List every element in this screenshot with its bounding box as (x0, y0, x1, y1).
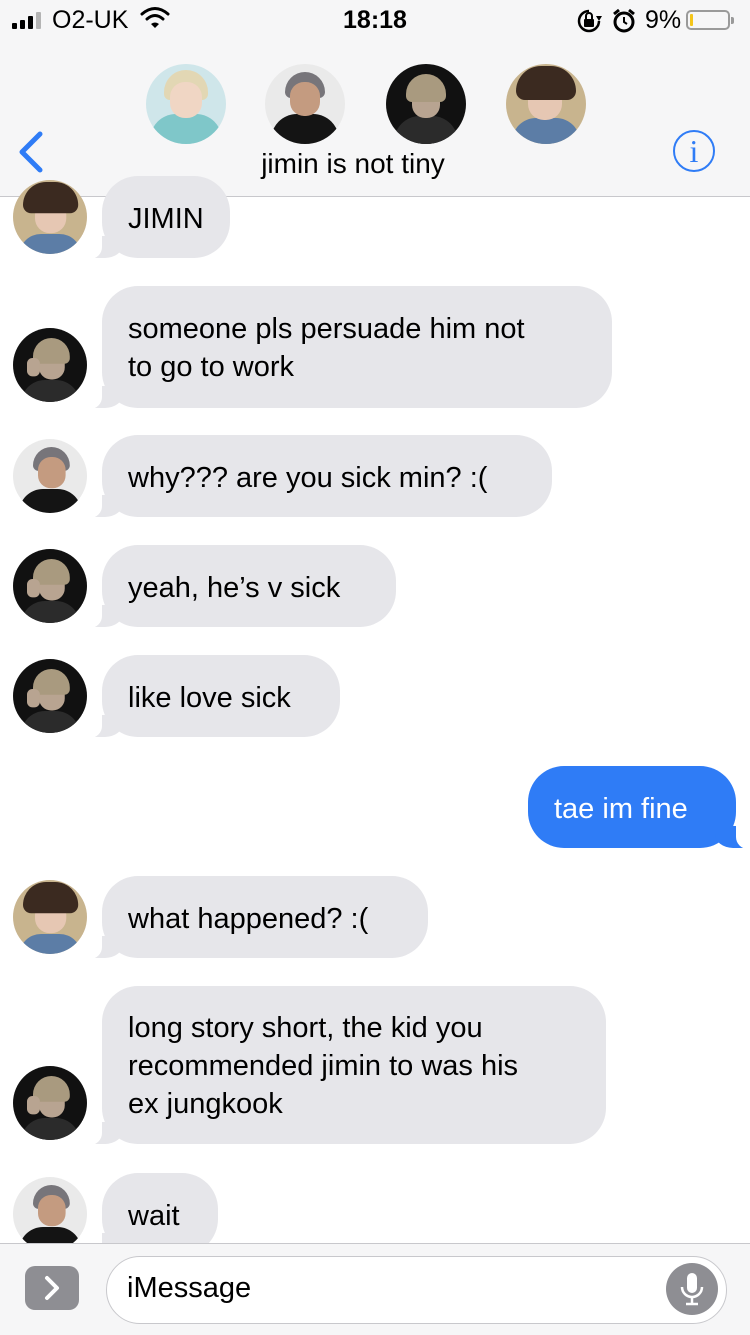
message-bubble[interactable]: JIMIN (82, 176, 230, 259)
alarm-icon (612, 8, 636, 41)
message-text: yeah, he’s v sick (128, 572, 341, 604)
message-text-line: ex jungkook (128, 1088, 283, 1120)
compose-bar: iMessage (0, 1243, 750, 1335)
status-time: 18:18 (343, 6, 407, 34)
message-input-placeholder: iMessage (127, 1272, 252, 1304)
microphone-icon (680, 1273, 704, 1306)
chevron-right-icon (45, 1276, 59, 1300)
sender-avatar-namjoon (13, 1177, 87, 1251)
message-text-line: someone pls persuade him not (128, 313, 525, 345)
message-bubble[interactable]: yeah, he’s v sick (82, 545, 396, 628)
info-icon: i (689, 133, 699, 169)
message-text: wait (128, 1200, 180, 1232)
sender-avatar-taehyung (13, 659, 87, 733)
participant-avatar-jimin[interactable] (146, 64, 226, 144)
apps-button[interactable] (25, 1266, 79, 1310)
sender-avatar-taehyung (13, 1066, 87, 1140)
conversation-header: O2-UK 18:18 9% jimin is not tiny i (0, 0, 750, 197)
message-bubble[interactable]: long story short, the kid you recommende… (82, 986, 606, 1145)
battery-percent: 9% (645, 6, 682, 34)
sender-avatar-namjoon (13, 439, 87, 513)
message-text: what happened? :( (128, 903, 369, 935)
message-text-line: long story short, the kid you (128, 1012, 483, 1044)
dictation-button[interactable] (666, 1263, 718, 1315)
message-text-line: to go to work (128, 351, 295, 383)
outgoing-message-bubble[interactable]: tae im fine (528, 766, 750, 849)
status-bar: O2-UK 18:18 9% (0, 0, 750, 40)
message-bubble[interactable]: someone pls persuade him not to go to wo… (82, 286, 612, 409)
message-text: JIMIN (128, 203, 204, 235)
sender-avatar-hoseok (13, 880, 87, 954)
message-input[interactable]: iMessage (106, 1256, 727, 1324)
participant-avatar-taehyung[interactable] (386, 64, 466, 144)
group-name[interactable]: jimin is not tiny (0, 148, 706, 180)
message-text: like love sick (128, 682, 291, 714)
sender-avatar-hoseok (13, 180, 87, 254)
sender-avatar-taehyung (13, 549, 87, 623)
message-bubble[interactable]: what happened? :( (82, 876, 428, 959)
battery-icon (686, 10, 734, 30)
message-text: why??? are you sick min? :( (128, 462, 488, 494)
participant-avatar-namjoon[interactable] (265, 64, 345, 144)
message-text-line: recommended jimin to was his (128, 1050, 519, 1082)
message-bubble[interactable]: why??? are you sick min? :( (82, 435, 552, 518)
sender-avatar-taehyung (13, 328, 87, 402)
message-bubble[interactable]: like love sick (82, 655, 340, 738)
message-text: tae im fine (554, 793, 688, 825)
rotation-lock-icon (576, 8, 602, 41)
participant-avatar-hoseok[interactable] (506, 64, 586, 144)
info-button[interactable]: i (673, 130, 715, 172)
